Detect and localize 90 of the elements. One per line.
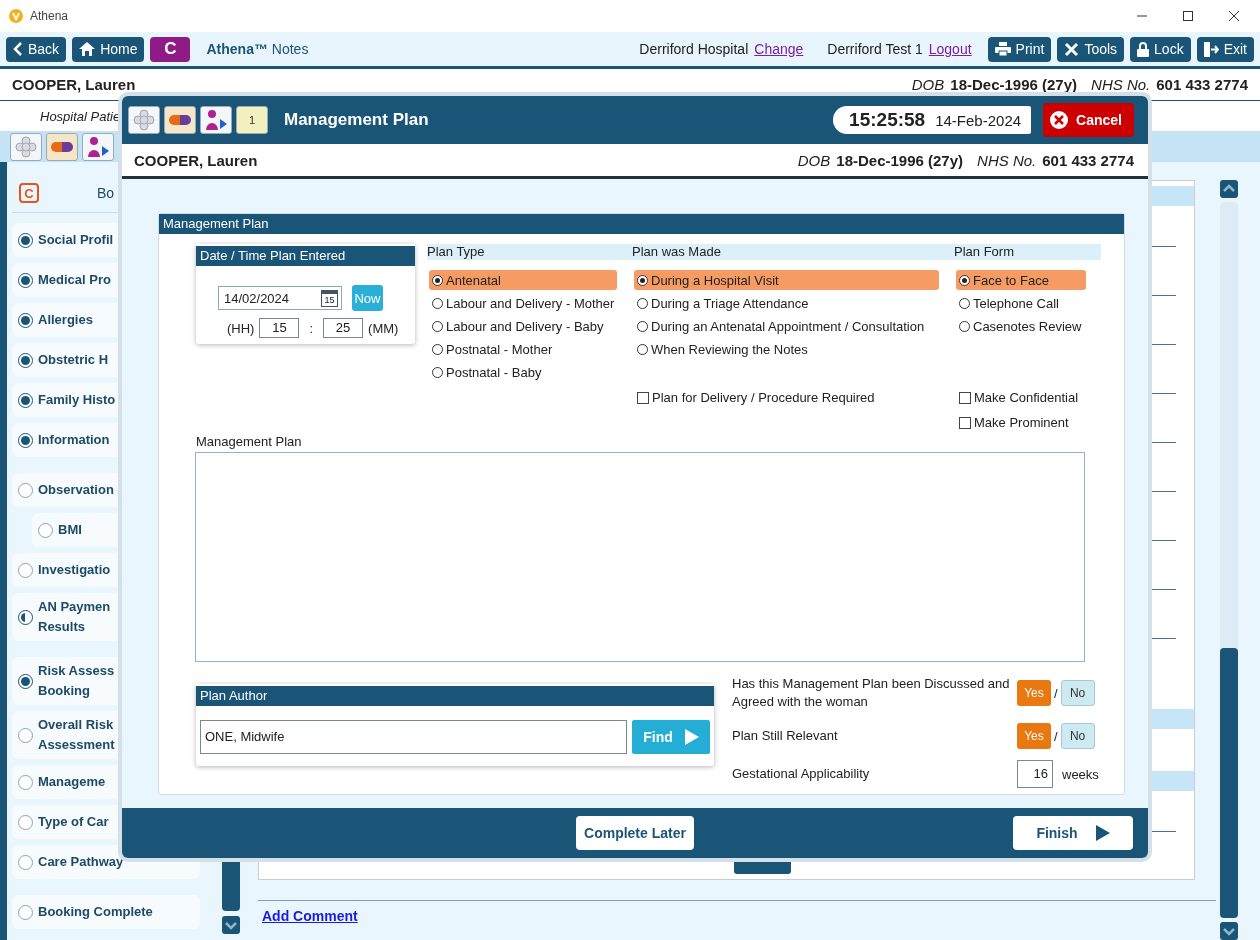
patient-name: COOPER, Lauren: [134, 151, 258, 169]
radio-option[interactable]: Postnatal - Mother: [429, 339, 617, 359]
column-heading: Plan Form: [954, 244, 1101, 260]
panel-header: Plan Author: [196, 684, 714, 706]
scroll-down-icon[interactable]: [222, 916, 240, 934]
add-comment-link[interactable]: Add Comment: [262, 908, 358, 924]
radio-option[interactable]: Casenotes Review: [956, 316, 1086, 336]
change-link[interactable]: Change: [754, 41, 804, 57]
radio-option[interactable]: Telephone Call: [956, 293, 1086, 313]
patient-name: COOPER, Lauren: [12, 76, 136, 93]
question-label: Gestational Applicability: [732, 765, 871, 783]
complete-later-button[interactable]: Complete Later: [576, 816, 694, 850]
sidebar-header: Bo: [97, 185, 115, 201]
radio-option[interactable]: Antenatal: [429, 270, 617, 290]
toolbar-button[interactable]: Home: [72, 36, 145, 62]
close-icon: [1049, 110, 1070, 130]
clock-time: 15:25:58: [849, 109, 926, 131]
toolbar-button[interactable]: Tools: [1057, 36, 1125, 62]
hours-field[interactable]: 15: [259, 318, 300, 338]
radio-option[interactable]: During a Triage Attendance: [634, 293, 939, 313]
toolbar-button[interactable]: Exit: [1196, 36, 1254, 62]
weeks-field[interactable]: 16: [1017, 760, 1053, 788]
author-field[interactable]: ONE, Midwife: [200, 720, 627, 754]
separator-slash: /: [1054, 728, 1058, 744]
dob-label: DOB: [911, 76, 945, 93]
dob-value: 18-Dec-1996 (27y): [836, 151, 964, 169]
logout-link[interactable]: Logout: [928, 41, 972, 57]
app-name: Athena™ Notes: [206, 41, 309, 57]
checkbox-option[interactable]: Make Confidential: [954, 389, 1101, 406]
radio-option[interactable]: When Reviewing the Notes: [634, 339, 939, 359]
nhs-number: 601 433 2774: [1042, 151, 1134, 169]
nhs-number: 601 433 2774: [1156, 76, 1248, 93]
c-icon: C: [19, 183, 39, 203]
play-icon: [684, 729, 699, 745]
unit-label: weeks: [1062, 766, 1099, 782]
half-filled-circle-icon: [18, 609, 33, 625]
sidebar-item[interactable]: Booking Complete: [12, 895, 200, 929]
minutes-field[interactable]: 25: [323, 318, 364, 338]
toolbar-button[interactable]: C: [150, 36, 191, 62]
radio-option[interactable]: Labour and Delivery - Mother: [429, 293, 617, 313]
scroll-thumb[interactable]: [1220, 648, 1238, 918]
choice-button[interactable]: No: [1060, 680, 1095, 706]
scroll-down-icon[interactable]: [1220, 922, 1238, 940]
toolbar-button[interactable]: Print: [987, 36, 1052, 62]
radio-option[interactable]: During a Hospital Visit: [634, 270, 939, 290]
card-header: Management Plan: [159, 214, 1124, 234]
dob-label: DOB: [797, 151, 831, 169]
close-icon[interactable]: [1228, 10, 1240, 22]
dob-value: 18-Dec-1996 (27y): [950, 76, 1078, 93]
back-chevron-icon: [13, 42, 23, 56]
date-field[interactable]: 14/02/2024 15: [218, 286, 342, 310]
column-heading: Plan Type: [427, 244, 632, 260]
radio-option[interactable]: Postnatal - Baby: [429, 362, 617, 382]
app-logo-icon: [8, 8, 24, 24]
radio-option[interactable]: Labour and Delivery - Baby: [429, 316, 617, 336]
dialog-title: Management Plan: [284, 110, 429, 130]
toolbar-button[interactable]: Lock: [1130, 36, 1191, 62]
nhs-label: NHS No.: [1091, 76, 1151, 93]
pill-icon[interactable]: [164, 106, 196, 134]
printer-icon: [994, 42, 1011, 56]
notes-button[interactable]: 1: [236, 106, 268, 134]
home-icon: [79, 42, 96, 56]
user-name: Derriford Test 1: [827, 41, 923, 57]
play-icon: [1095, 825, 1110, 841]
checkbox-option[interactable]: Plan for Delivery / Procedure Required: [632, 389, 954, 406]
question-label: Has this Management Plan been Discussed and Agreed with the woman: [732, 675, 1011, 711]
cancel-button[interactable]: Cancel: [1043, 103, 1134, 137]
minutes-label: (MM): [368, 320, 399, 336]
panel-header: Date / Time Plan Entered: [196, 244, 415, 266]
time-separator: :: [309, 320, 314, 336]
nhs-label: NHS No.: [977, 151, 1037, 169]
maximize-icon[interactable]: [1182, 10, 1194, 22]
radio-option[interactable]: Face to Face: [956, 270, 1086, 290]
column-heading: Plan was Made: [632, 244, 954, 260]
lock-icon: [1137, 41, 1150, 57]
checkbox-option[interactable]: Make Prominent: [954, 414, 1101, 431]
window-title: Athena: [30, 9, 69, 23]
question-label: Plan Still Relevant: [732, 727, 839, 745]
choice-button[interactable]: No: [1060, 723, 1095, 749]
separator-slash: /: [1054, 685, 1058, 701]
exit-icon: [1203, 41, 1219, 57]
calendar-icon[interactable]: 15: [321, 289, 338, 307]
clock-date: 14-Feb-2024: [935, 111, 1022, 129]
toolbar-button[interactable]: Back: [6, 36, 67, 62]
radio-option[interactable]: During an Antenatal Appointment / Consultation: [634, 316, 939, 336]
hours-label: (HH): [227, 320, 255, 336]
pill-icon[interactable]: [46, 132, 78, 161]
hospital-name: Derriford Hospital: [639, 41, 749, 57]
scroll-up-icon[interactable]: [1220, 180, 1238, 198]
finish-button[interactable]: Finish: [1013, 816, 1133, 850]
